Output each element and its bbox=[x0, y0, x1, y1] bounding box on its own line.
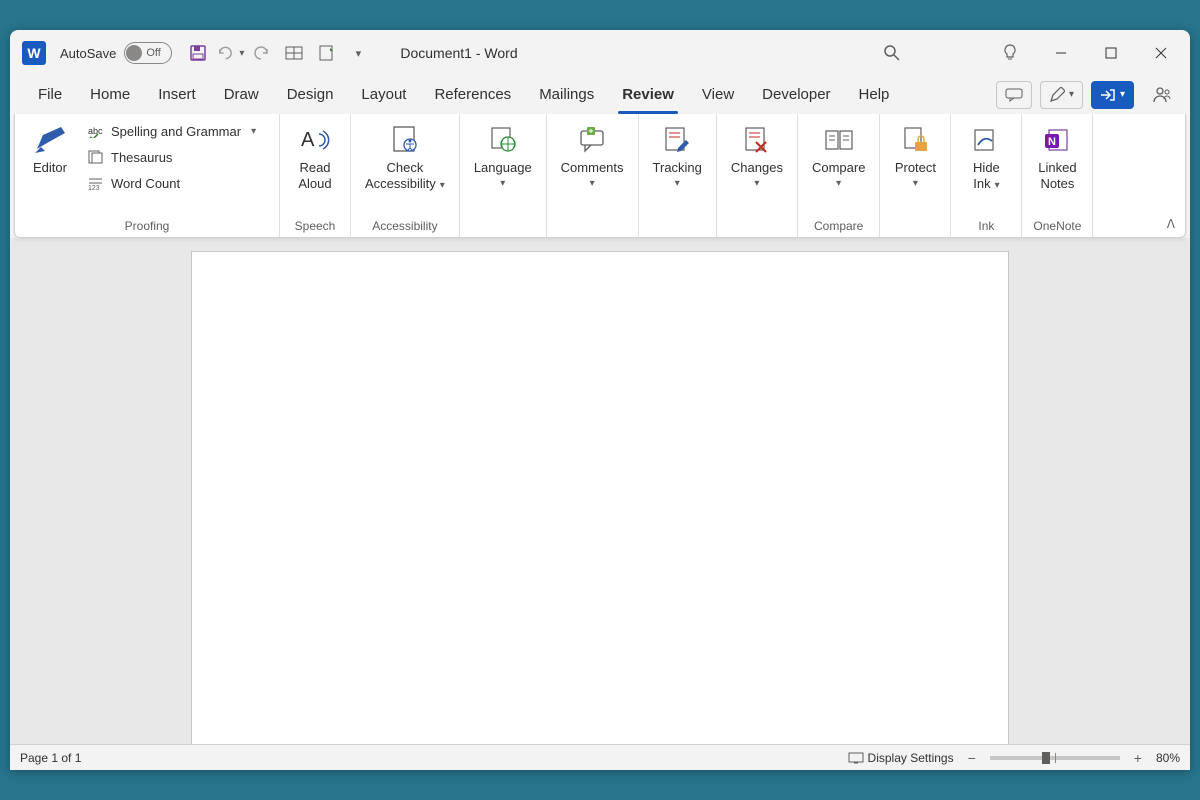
linked-notes-button[interactable]: N Linked Notes bbox=[1030, 118, 1084, 195]
compare-button[interactable]: Compare ▾ bbox=[806, 118, 871, 193]
zoom-level[interactable]: 80% bbox=[1156, 751, 1180, 765]
tab-layout[interactable]: Layout bbox=[347, 76, 420, 114]
account-icon[interactable] bbox=[1148, 81, 1176, 109]
tab-insert[interactable]: Insert bbox=[144, 76, 210, 114]
zoom-out-button[interactable]: − bbox=[964, 750, 980, 766]
autosave-label: AutoSave bbox=[60, 46, 116, 61]
editing-mode-button[interactable]: ▾ bbox=[1040, 81, 1083, 109]
hide-ink-button[interactable]: Hide Ink▾ bbox=[959, 118, 1013, 196]
read-aloud-icon: A bbox=[299, 122, 331, 158]
page-indicator[interactable]: Page 1 of 1 bbox=[20, 751, 81, 765]
tab-references[interactable]: References bbox=[420, 76, 525, 114]
zoom-thumb[interactable] bbox=[1042, 752, 1050, 764]
group-proofing: Editor abc Spelling and Grammar ▾ Thesau… bbox=[15, 114, 280, 237]
qat-customize[interactable]: ▾ bbox=[344, 39, 372, 67]
group-speech: A Read Aloud Speech bbox=[280, 114, 351, 237]
group-accessibility: Check Accessibility▾ Accessibility bbox=[351, 114, 460, 237]
language-button[interactable]: Language ▾ bbox=[468, 118, 538, 193]
onenote-icon: N bbox=[1043, 122, 1071, 158]
collapse-ribbon-button[interactable]: ᐱ bbox=[1167, 217, 1175, 231]
minimize-button[interactable] bbox=[1038, 35, 1084, 71]
search-button[interactable] bbox=[872, 37, 912, 69]
document-title: Document1 - Word bbox=[400, 45, 517, 61]
ribbon-body: Editor abc Spelling and Grammar ▾ Thesau… bbox=[14, 114, 1186, 238]
tab-draw[interactable]: Draw bbox=[210, 76, 273, 114]
group-changes: Changes ▾ bbox=[717, 114, 798, 237]
display-icon bbox=[848, 752, 864, 764]
comments-button[interactable]: Comments ▾ bbox=[555, 118, 630, 193]
zoom-in-button[interactable]: + bbox=[1130, 750, 1146, 766]
thesaurus-button[interactable]: Thesaurus bbox=[81, 144, 271, 170]
protect-button[interactable]: Protect ▾ bbox=[888, 118, 942, 193]
table-qat-icon[interactable] bbox=[280, 39, 308, 67]
read-aloud-button[interactable]: A Read Aloud bbox=[288, 118, 342, 195]
word-window: W AutoSave Off ▾ ▾ Document1 - Word bbox=[10, 30, 1190, 770]
word-app-icon: W bbox=[22, 41, 46, 65]
tracking-icon bbox=[662, 122, 692, 158]
group-tracking: Tracking ▾ bbox=[639, 114, 717, 237]
language-icon bbox=[488, 122, 518, 158]
svg-text:A: A bbox=[301, 129, 315, 151]
group-protect: Protect ▾ bbox=[880, 114, 951, 237]
document-area[interactable] bbox=[10, 238, 1190, 744]
tab-review[interactable]: Review bbox=[608, 76, 688, 114]
status-bar: Page 1 of 1 Display Settings − + 80% bbox=[10, 744, 1190, 770]
share-button[interactable]: ▾ bbox=[1091, 81, 1134, 109]
svg-text:abc: abc bbox=[88, 126, 103, 136]
editor-button[interactable]: Editor bbox=[23, 118, 77, 180]
ink-icon bbox=[972, 122, 1000, 158]
title-bar: W AutoSave Off ▾ ▾ Document1 - Word bbox=[10, 30, 1190, 76]
undo-button[interactable]: ▾ bbox=[216, 39, 244, 67]
document-page[interactable] bbox=[192, 252, 1008, 744]
ribbon-tabs: File Home Insert Draw Design Layout Refe… bbox=[10, 76, 1190, 114]
editor-icon bbox=[33, 122, 67, 158]
spelling-icon: abc bbox=[87, 124, 105, 138]
compare-icon bbox=[824, 122, 854, 158]
redo-button[interactable] bbox=[248, 39, 276, 67]
accessibility-icon bbox=[390, 122, 420, 158]
tab-developer[interactable]: Developer bbox=[748, 76, 844, 114]
lightbulb-icon[interactable] bbox=[996, 39, 1024, 67]
autosave-toggle[interactable]: Off bbox=[124, 42, 172, 64]
comment-icon bbox=[577, 122, 607, 158]
group-language: Language ▾ bbox=[460, 114, 547, 237]
group-ink: Hide Ink▾ Ink bbox=[951, 114, 1022, 237]
tab-home[interactable]: Home bbox=[76, 76, 144, 114]
close-button[interactable] bbox=[1138, 35, 1184, 71]
tab-design[interactable]: Design bbox=[273, 76, 348, 114]
display-settings-button[interactable]: Display Settings bbox=[848, 751, 954, 765]
group-onenote: N Linked Notes OneNote bbox=[1022, 114, 1093, 237]
thesaurus-icon bbox=[87, 150, 105, 164]
spelling-grammar-button[interactable]: abc Spelling and Grammar ▾ bbox=[81, 118, 271, 144]
autosave-state: Off bbox=[146, 47, 160, 59]
tab-help[interactable]: Help bbox=[845, 76, 904, 114]
group-compare: Compare ▾ Compare bbox=[798, 114, 880, 237]
changes-button[interactable]: Changes ▾ bbox=[725, 118, 789, 193]
save-button[interactable] bbox=[184, 39, 212, 67]
check-accessibility-button[interactable]: Check Accessibility▾ bbox=[359, 118, 451, 196]
quick-print-icon[interactable] bbox=[312, 39, 340, 67]
tab-view[interactable]: View bbox=[688, 76, 748, 114]
changes-icon bbox=[742, 122, 772, 158]
maximize-button[interactable] bbox=[1088, 35, 1134, 71]
tab-mailings[interactable]: Mailings bbox=[525, 76, 608, 114]
group-comments: Comments ▾ bbox=[547, 114, 639, 237]
svg-text:123: 123 bbox=[88, 185, 100, 190]
tab-file[interactable]: File bbox=[24, 76, 76, 114]
svg-text:N: N bbox=[1048, 136, 1056, 148]
protect-icon bbox=[901, 122, 929, 158]
comments-pane-button[interactable] bbox=[996, 81, 1032, 109]
toggle-knob bbox=[126, 45, 142, 61]
zoom-slider[interactable] bbox=[990, 756, 1120, 760]
word-count-button[interactable]: 123 Word Count bbox=[81, 170, 271, 196]
word-count-icon: 123 bbox=[87, 176, 105, 190]
tracking-button[interactable]: Tracking ▾ bbox=[647, 118, 708, 193]
